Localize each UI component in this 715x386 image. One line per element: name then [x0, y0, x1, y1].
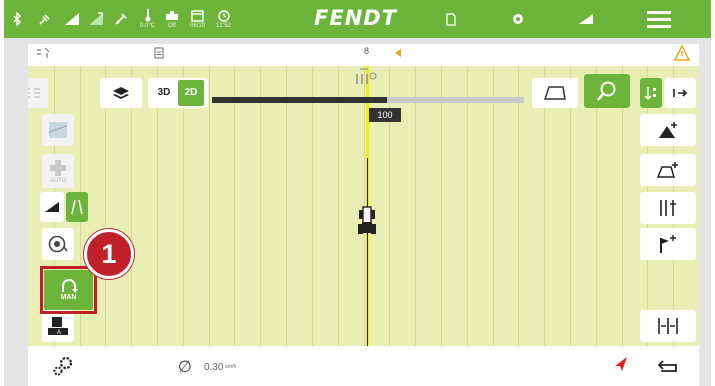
time-value: 12:52: [216, 22, 232, 29]
zoom-scale-bar[interactable]: [212, 97, 524, 103]
layers-icon: [113, 87, 129, 99]
bottom-bar: ∅ 0.30 km/h: [28, 346, 699, 386]
tramline: [518, 66, 519, 346]
search-icon: [597, 81, 616, 101]
settings-button[interactable]: [36, 350, 92, 382]
track-lines-button[interactable]: [640, 192, 696, 224]
view-2d-button[interactable]: 2D: [178, 80, 204, 106]
gnss-icon: [88, 8, 104, 30]
status-bar: 0.0°C Off 06/10 12:52 FENDT: [4, 0, 711, 38]
sort-icon: [644, 87, 656, 100]
tramline: [570, 66, 571, 346]
tramline: [131, 66, 132, 346]
layers-button[interactable]: [100, 78, 142, 108]
man-label: MAN: [60, 294, 77, 301]
u-turn-icon: [61, 279, 78, 293]
track-offset-button[interactable]: [664, 78, 696, 108]
headland-button[interactable]: [42, 228, 74, 260]
calendar-icon: 06/10: [190, 8, 205, 30]
track-lines-icon: [660, 200, 676, 216]
gears-icon: [53, 356, 73, 376]
vehicle-track-line: [367, 158, 368, 346]
flag-icon: [660, 235, 676, 253]
add-obstacle-icon: [659, 122, 677, 138]
tramline: [183, 66, 184, 346]
tramline: [467, 66, 468, 346]
tramline: [544, 66, 545, 346]
add-obstacle-button[interactable]: [640, 114, 696, 146]
guidance-lines-button[interactable]: [28, 78, 48, 108]
tramline: [286, 66, 287, 346]
speed-value: 0.30: [203, 361, 224, 373]
compass-arrow-icon: [614, 356, 628, 377]
work-lights-icon: Off: [164, 8, 180, 30]
info-strip: 8: [28, 44, 699, 66]
implement-button[interactable]: A: [42, 310, 74, 342]
tramline: [312, 66, 313, 346]
work-width-icon: [36, 47, 50, 61]
tramline: [441, 66, 442, 346]
auto-label: AUTO: [49, 177, 67, 184]
clock-icon: 12:52: [216, 8, 231, 30]
satellite-icon: [114, 8, 128, 30]
warning-icon: [673, 44, 691, 63]
temperature-value: 0.0°C: [140, 23, 156, 29]
speed-display: ∅ 0.30 km/h: [178, 357, 236, 377]
tramline: [234, 66, 235, 346]
tramline: [157, 66, 158, 346]
align-icon: [658, 318, 678, 334]
tramline-button[interactable]: [66, 192, 88, 222]
return-icon: [657, 360, 677, 372]
tramline: [338, 66, 339, 346]
tramline: [209, 66, 210, 346]
boom-marker: [354, 68, 380, 89]
search-button[interactable]: [584, 74, 630, 108]
svg-text:A: A: [57, 330, 61, 336]
tramline: [415, 66, 416, 346]
field-boundary-icon: [544, 86, 566, 100]
arrow-left-icon: [394, 48, 402, 60]
tramline: [596, 66, 597, 346]
signal-icon: [38, 8, 52, 30]
zoom-scale-fill: [212, 97, 387, 103]
sort-button[interactable]: [640, 78, 662, 108]
zoom-scale-label: 100: [369, 108, 401, 122]
date-value: 06/10: [190, 22, 206, 29]
sim-card-icon: [446, 8, 456, 30]
tramline: [493, 66, 494, 346]
speed-unit: km/h: [225, 364, 237, 370]
tramline: [105, 66, 106, 346]
auto-mode-button[interactable]: AUTO: [42, 154, 74, 188]
gps-signal-icon: [64, 8, 80, 30]
brand-logo: FENDT: [314, 6, 398, 30]
boom-count: 8: [364, 46, 370, 56]
view-3d-button[interactable]: 3D: [152, 85, 176, 101]
add-boundary-icon: [657, 162, 678, 178]
network-signal-icon: [578, 8, 594, 30]
temperature-icon: 0.0°C: [140, 8, 155, 30]
align-button[interactable]: [640, 310, 696, 342]
map-view[interactable]: 100 3D 2D AUTO A: [28, 66, 699, 346]
field-boundary-button[interactable]: [532, 78, 578, 108]
add-flag-button[interactable]: [640, 228, 696, 260]
tractor-icon: [358, 206, 376, 234]
bluetooth-icon: [12, 8, 22, 30]
document-icon: [154, 47, 164, 61]
manual-mode-button[interactable]: MAN: [44, 270, 93, 310]
camera-icon: [512, 8, 524, 30]
terrain-button[interactable]: [40, 192, 64, 222]
back-button[interactable]: [640, 350, 696, 382]
terminal-screen: 0.0°C Off 06/10 12:52 FENDT 8 100 3D 2D …: [4, 0, 711, 386]
work-lights-status: Off: [168, 22, 176, 29]
add-boundary-button[interactable]: [640, 154, 696, 186]
tramline: [622, 66, 623, 346]
view-mode-toggle[interactable]: 3D 2D: [148, 78, 208, 108]
diameter-icon: ∅: [178, 359, 192, 376]
step-callout: 1: [84, 229, 134, 279]
tramline: [260, 66, 261, 346]
menu-button[interactable]: [644, 8, 674, 30]
section-control-button[interactable]: [42, 114, 74, 146]
track-offset-icon: [673, 89, 688, 97]
